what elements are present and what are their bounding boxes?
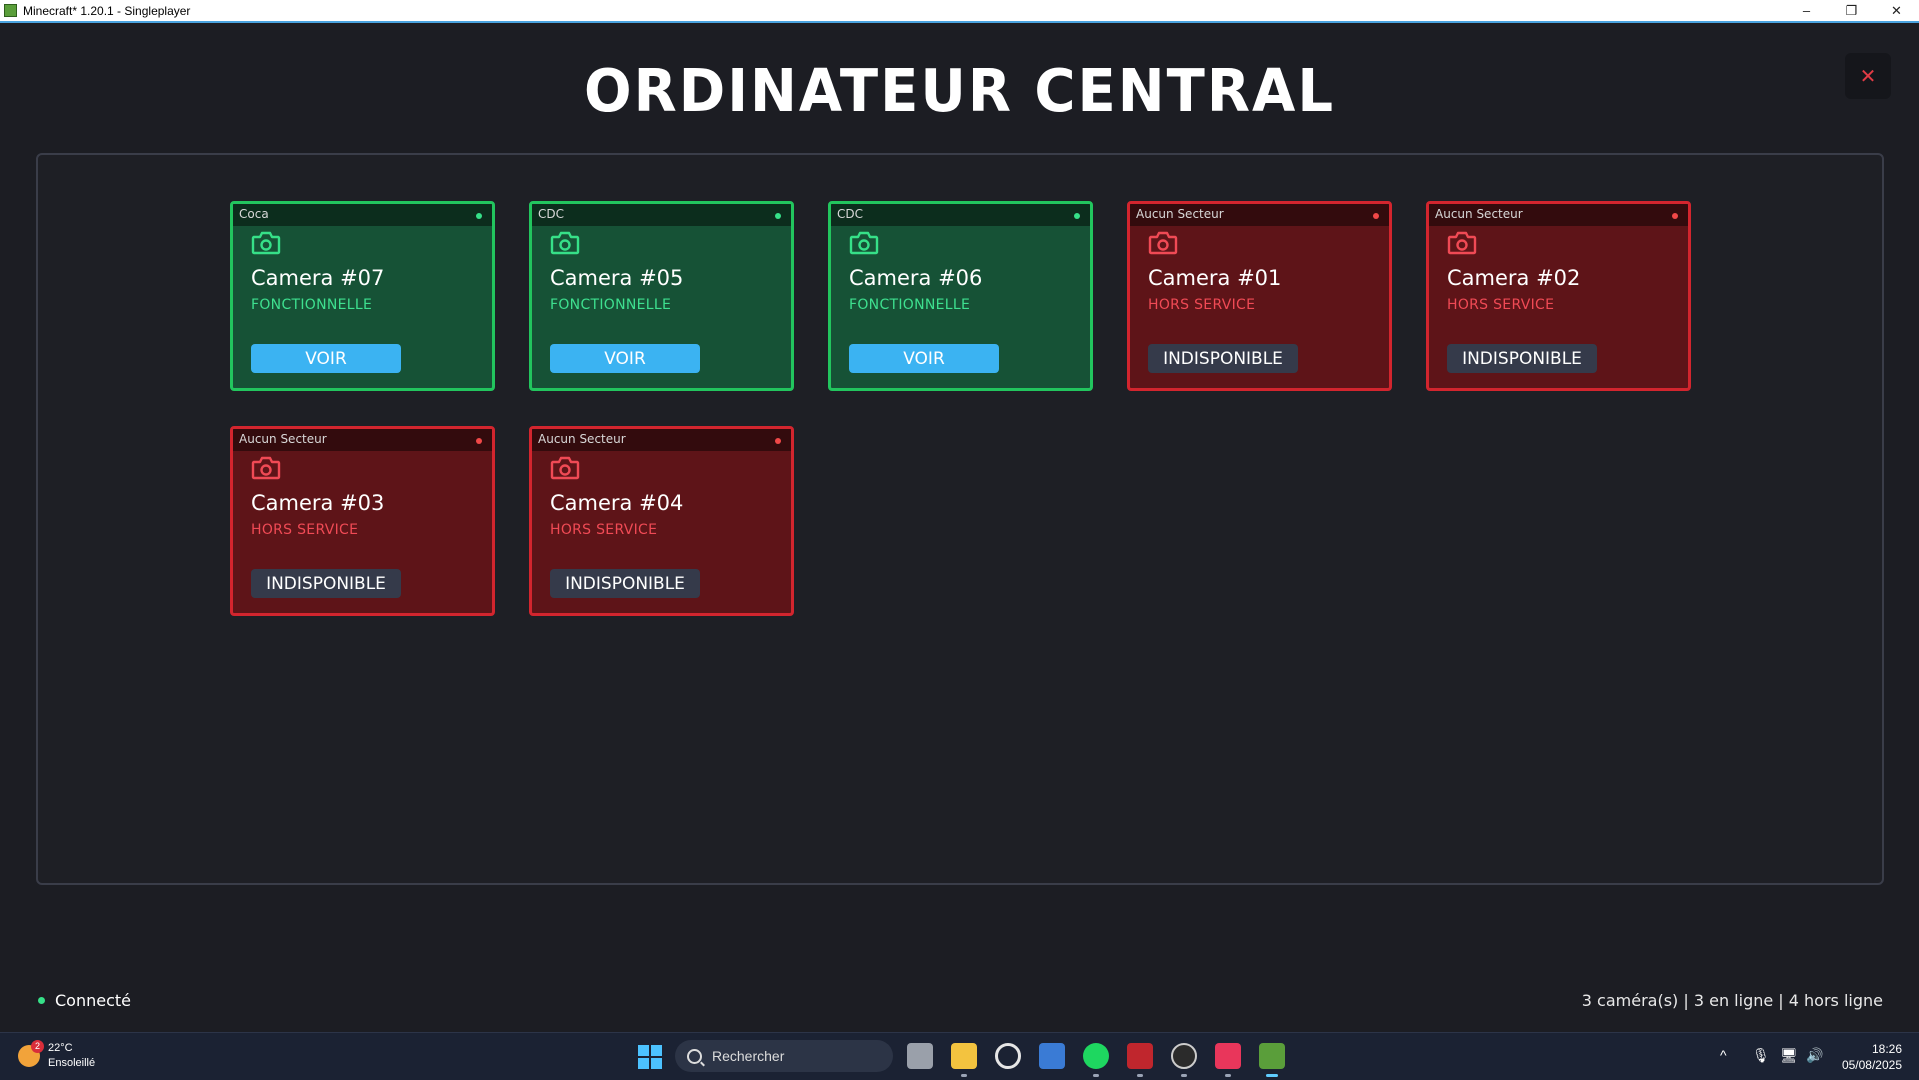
camera-status: HORS SERVICE [1447,297,1555,313]
camera-card: Aucun Secteur Camera #03 HORS SERVICE INDIS… [230,426,495,616]
camera-card: CDC Camera #06 FONCTIONNELLE VOIR [828,201,1093,391]
camera-status: HORS SERVICE [1148,297,1256,313]
status-dot-icon [775,213,781,219]
camera-card: Coca Camera #07 FONCTIONNELLE VOIR [230,201,495,391]
connection-dot-icon [38,997,45,1004]
unavailable-button: INDISPONIBLE [550,569,700,598]
sector-label: Aucun Secteur [1429,204,1688,226]
system-clock[interactable]: 18:26 05/08/2025 [1842,1041,1902,1073]
view-camera-button[interactable]: VOIR [251,344,401,373]
camera-icon [251,456,281,480]
network-icon[interactable]: 🖥 [1780,1047,1798,1064]
status-dot-icon [1074,213,1080,219]
weather-temperature: 22°C [48,1042,73,1054]
camera-status: FONCTIONNELLE [251,297,373,313]
camera-name: Camera #06 [849,266,983,290]
unavailable-button: INDISPONIBLE [1447,344,1597,373]
camera-status: HORS SERVICE [251,522,359,538]
connection-label: Connecté [55,991,131,1010]
page-title: ORDINATEUR CENTRAL [583,57,1335,126]
view-camera-button[interactable]: VOIR [550,344,700,373]
search-placeholder: Rechercher [712,1048,785,1064]
file-explorer-icon[interactable] [951,1043,977,1069]
windows-start-icon[interactable] [638,1045,662,1069]
status-dot-icon [476,213,482,219]
window-controls: – ❐ ✕ [1784,0,1919,21]
camera-stats: 3 caméra(s) | 3 en ligne | 4 hors ligne [1581,991,1883,1010]
task-view-icon[interactable] [907,1043,933,1069]
active-indicator [1266,1074,1278,1077]
camera-status: HORS SERVICE [550,522,658,538]
camera-panel: Coca Camera #07 FONCTIONNELLE VOIR CDC Camera… [36,153,1884,885]
window-close-button[interactable]: ✕ [1874,0,1919,21]
minecraft-icon[interactable] [1259,1043,1285,1069]
camera-name: Camera #02 [1447,266,1581,290]
camera-name: Camera #01 [1148,266,1282,290]
status-dot-icon [1373,213,1379,219]
unavailable-button: INDISPONIBLE [1148,344,1298,373]
view-camera-button[interactable]: VOIR [849,344,999,373]
taskbar-search[interactable]: Rechercher [675,1040,893,1072]
chevron-up-icon[interactable]: ^ [1720,1047,1727,1063]
sector-label: Aucun Secteur [532,429,791,451]
unavailable-button: INDISPONIBLE [251,569,401,598]
camera-card: Aucun Secteur Camera #02 HORS SERVICE INDIS… [1426,201,1691,391]
app-screen: ORDINATEUR CENTRAL ✕ Coca Camera #07 FONCT… [0,23,1919,1032]
clock-date: 05/08/2025 [1841,1058,1902,1072]
microsoft-store-icon[interactable] [1039,1043,1065,1069]
volume-icon[interactable]: 🔊 [1806,1047,1823,1064]
status-dot-icon [476,438,482,444]
window-titlebar: Minecraft* 1.20.1 - Singleplayer – ❐ ✕ [0,0,1919,23]
obs-icon[interactable] [1171,1043,1197,1069]
camera-name: Camera #07 [251,266,385,290]
camera-name: Camera #05 [550,266,684,290]
camera-icon [1148,231,1178,255]
running-indicator [1137,1074,1143,1077]
spotify-icon[interactable] [1083,1043,1109,1069]
sector-label: CDC [831,204,1090,226]
camera-icon [550,231,580,255]
camera-icon [849,231,879,255]
voicemeeter-icon[interactable] [1127,1043,1153,1069]
camera-name: Camera #04 [550,491,684,515]
sector-label: CDC [532,204,791,226]
camera-card: CDC Camera #05 FONCTIONNELLE VOIR [529,201,794,391]
running-indicator [1225,1074,1231,1077]
weather-widget[interactable]: 2 22°C Ensoleillé [18,1040,96,1071]
status-dot-icon [1672,213,1678,219]
camera-name: Camera #03 [251,491,385,515]
close-button[interactable]: ✕ [1845,53,1891,99]
camera-icon [251,231,281,255]
sector-label: Aucun Secteur [1130,204,1389,226]
notification-badge: 2 [31,1040,44,1053]
running-indicator [1181,1074,1187,1077]
status-dot-icon [775,438,781,444]
restore-button[interactable]: ❐ [1829,0,1874,21]
camera-icon [550,456,580,480]
sun-icon: 2 [18,1040,44,1067]
window-title: Minecraft* 1.20.1 - Singleplayer [23,3,191,18]
connection-status: Connecté [38,991,131,1010]
search-icon [687,1048,702,1064]
running-indicator [1093,1074,1099,1077]
camera-card: Aucun Secteur Camera #01 HORS SERVICE INDIS… [1127,201,1392,391]
camera-card: Aucun Secteur Camera #04 HORS SERVICE INDIS… [529,426,794,616]
camera-status: FONCTIONNELLE [849,297,971,313]
minecraft-app-icon [4,4,17,17]
microphone-icon[interactable]: 🎙 [1752,1047,1770,1064]
minimize-button[interactable]: – [1784,0,1829,21]
running-indicator [961,1074,967,1077]
taskbar: 2 22°C Ensoleillé Rechercher ^ 🎙 🖥 🔊 18:… [0,1032,1919,1080]
camera-status: FONCTIONNELLE [550,297,672,313]
camera-icon [1447,231,1477,255]
github-icon[interactable] [995,1043,1021,1069]
weather-description: Ensoleillé [48,1057,96,1069]
clock-time: 18:26 [1871,1042,1902,1056]
intellij-icon[interactable] [1215,1043,1241,1069]
sector-label: Coca [233,204,492,226]
sector-label: Aucun Secteur [233,429,492,451]
